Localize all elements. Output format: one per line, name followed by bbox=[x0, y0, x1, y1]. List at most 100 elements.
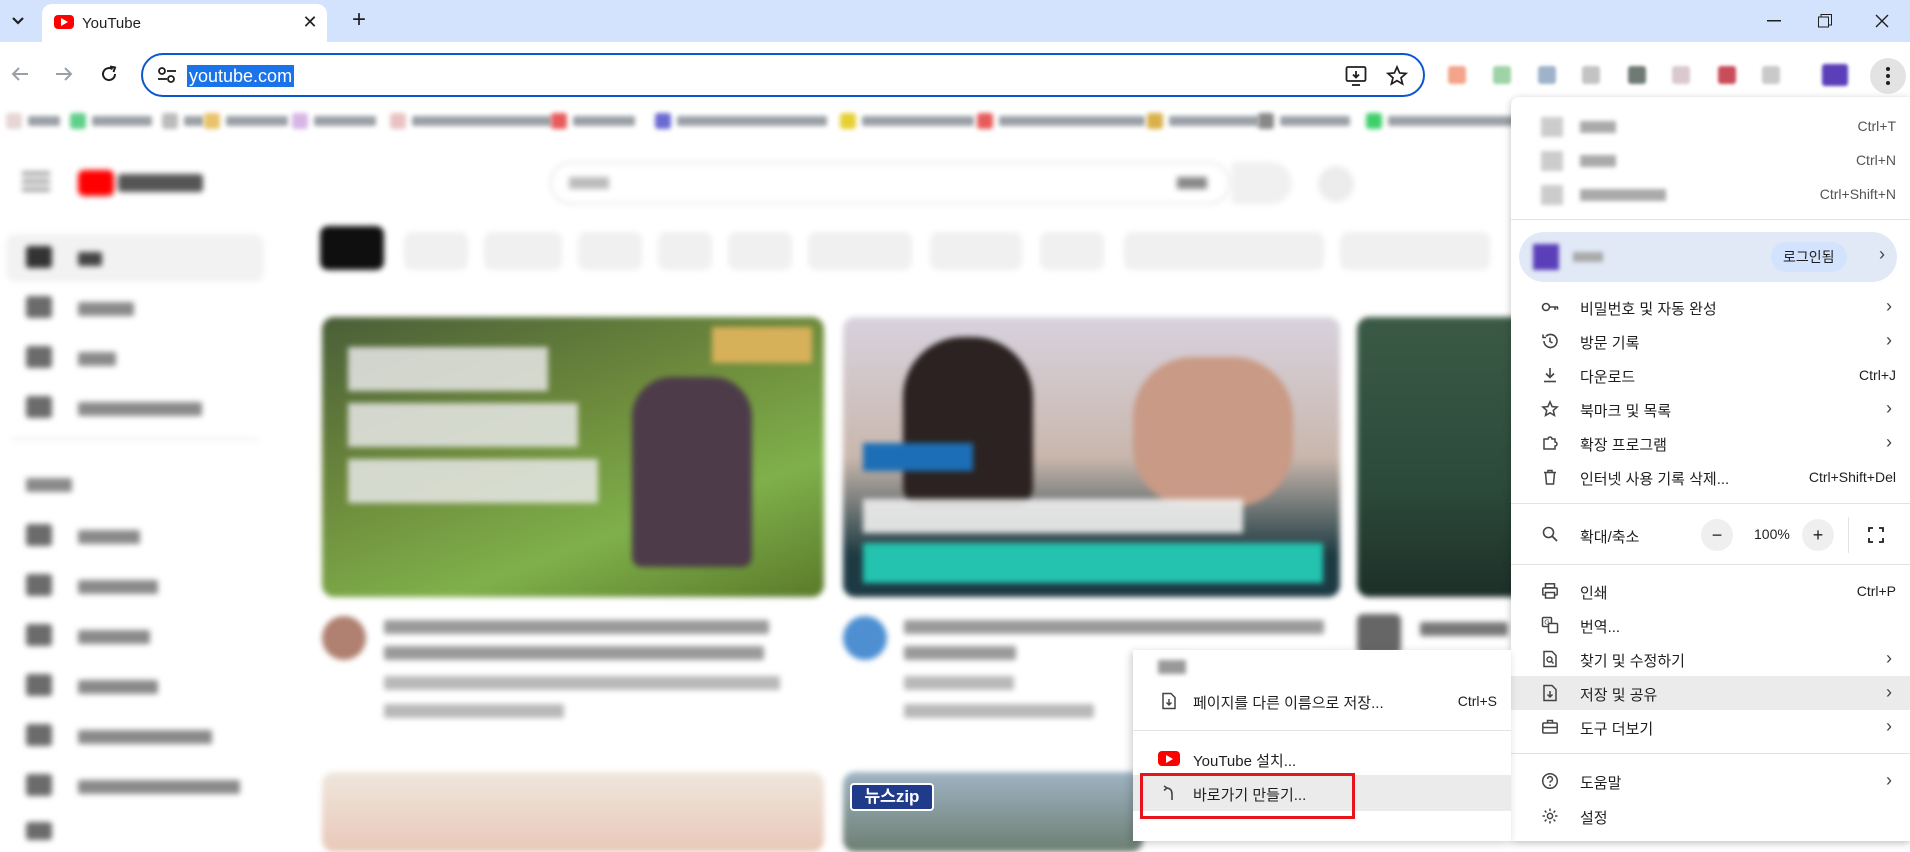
bookmark-item[interactable] bbox=[1147, 111, 1259, 131]
url-text[interactable]: youtube.com bbox=[187, 65, 295, 87]
submenu-item-save-page[interactable]: 페이지를 다른 이름으로 저장... Ctrl+S bbox=[1133, 686, 1511, 716]
more-vert-icon bbox=[1886, 67, 1890, 85]
extension-icon[interactable] bbox=[1582, 66, 1600, 84]
back-button[interactable] bbox=[4, 58, 36, 90]
extension-icon[interactable] bbox=[1538, 66, 1556, 84]
extension-icon[interactable] bbox=[1448, 66, 1466, 84]
menu-item-settings[interactable]: 설정 bbox=[1511, 799, 1910, 833]
filter-chip[interactable] bbox=[808, 232, 912, 270]
filter-chip[interactable] bbox=[1124, 232, 1324, 270]
sidebar-icon[interactable] bbox=[26, 724, 52, 746]
save-share-icon bbox=[1543, 684, 1557, 702]
menu-item-save-share[interactable]: 저장 및 공유 › bbox=[1511, 676, 1910, 710]
music-icon[interactable] bbox=[26, 396, 52, 418]
menu-item-new-tab[interactable]: Ctrl+T bbox=[1511, 109, 1910, 143]
reload-button[interactable] bbox=[93, 58, 125, 90]
video-thumbnail[interactable] bbox=[1357, 317, 1517, 597]
fullscreen-button[interactable] bbox=[1860, 519, 1892, 551]
bookmark-item[interactable] bbox=[6, 111, 60, 131]
chip-all[interactable] bbox=[320, 226, 384, 270]
zoom-in-button[interactable]: + bbox=[1802, 519, 1834, 551]
video-thumbnail[interactable] bbox=[843, 317, 1340, 597]
minimize-button[interactable] bbox=[1754, 6, 1794, 36]
bookmark-item[interactable] bbox=[1366, 111, 1528, 131]
sidebar-icon[interactable] bbox=[26, 774, 52, 796]
menu-item-help[interactable]: 도움말 › bbox=[1511, 764, 1910, 798]
bookmark-item[interactable] bbox=[1258, 111, 1350, 131]
bookmark-item[interactable] bbox=[204, 111, 288, 131]
menu-item-find-edit[interactable]: 찾기 및 수정하기 › bbox=[1511, 642, 1910, 676]
sidebar-icon[interactable] bbox=[26, 674, 52, 696]
menu-item-translate[interactable]: G 번역... bbox=[1511, 608, 1910, 642]
menu-profile-row[interactable]: 로그인됨 › bbox=[1519, 232, 1897, 282]
bookmark-item[interactable] bbox=[551, 111, 635, 131]
bookmark-item[interactable] bbox=[390, 111, 552, 131]
menu-item-downloads[interactable]: 다운로드 Ctrl+J bbox=[1511, 358, 1910, 392]
sidebar-icon[interactable] bbox=[26, 574, 52, 596]
video-title[interactable] bbox=[384, 646, 764, 660]
restore-button[interactable] bbox=[1805, 6, 1845, 36]
sidebar-icon[interactable] bbox=[26, 822, 52, 840]
menu-item-extensions[interactable]: 확장 프로그램 › bbox=[1511, 426, 1910, 460]
video-title[interactable] bbox=[904, 646, 1016, 660]
filter-chip[interactable] bbox=[1040, 232, 1104, 270]
video-title[interactable] bbox=[904, 620, 1324, 634]
sidebar-icon[interactable] bbox=[26, 624, 52, 646]
extension-icon[interactable] bbox=[1672, 66, 1690, 84]
filter-chip[interactable] bbox=[484, 232, 562, 270]
filter-chip[interactable] bbox=[728, 232, 792, 270]
bookmark-item[interactable] bbox=[162, 111, 204, 131]
menu-item-more-tools[interactable]: 도구 더보기 › bbox=[1511, 710, 1910, 744]
install-app-icon[interactable] bbox=[1345, 65, 1369, 87]
channel-avatar[interactable] bbox=[1357, 614, 1401, 654]
close-window-button[interactable] bbox=[1862, 6, 1902, 36]
menu-item-history[interactable]: 방문 기록 › bbox=[1511, 324, 1910, 358]
forward-button[interactable] bbox=[48, 58, 80, 90]
tab-search-button[interactable] bbox=[6, 9, 30, 33]
address-bar[interactable]: youtube.com bbox=[141, 53, 1425, 97]
zoom-out-button[interactable]: − bbox=[1701, 519, 1733, 551]
video-thumbnail[interactable] bbox=[322, 772, 824, 852]
tab-youtube[interactable]: YouTube ✕ bbox=[42, 4, 327, 42]
filter-chip[interactable] bbox=[930, 232, 1022, 270]
extension-icon[interactable] bbox=[1718, 66, 1736, 84]
video-title[interactable] bbox=[1420, 622, 1508, 636]
menu-item-passwords[interactable]: 비밀번호 및 자동 완성 › bbox=[1511, 290, 1910, 324]
submenu-item-install-youtube[interactable]: YouTube 설치... bbox=[1133, 743, 1511, 773]
hamburger-menu-icon[interactable] bbox=[22, 172, 50, 191]
channel-avatar[interactable] bbox=[322, 616, 366, 660]
youtube-logo-icon[interactable] bbox=[78, 170, 114, 196]
menu-item-bookmarks[interactable]: 북마크 및 목록 › bbox=[1511, 392, 1910, 426]
menu-item-print[interactable]: 인쇄 Ctrl+P bbox=[1511, 574, 1910, 608]
bookmark-item[interactable] bbox=[70, 111, 152, 131]
chrome-menu-button[interactable] bbox=[1870, 58, 1906, 94]
extension-icon[interactable] bbox=[1493, 66, 1511, 84]
sidebar-icon[interactable] bbox=[26, 524, 52, 546]
filter-chip[interactable] bbox=[578, 232, 642, 270]
filter-chip[interactable] bbox=[658, 232, 712, 270]
youtube-search-button[interactable] bbox=[1232, 162, 1292, 204]
bookmark-item[interactable] bbox=[977, 111, 1145, 131]
voice-search-button[interactable] bbox=[1318, 166, 1354, 202]
bookmark-item[interactable] bbox=[292, 111, 376, 131]
bookmark-star-icon[interactable] bbox=[1386, 65, 1408, 87]
bookmark-item[interactable] bbox=[840, 111, 974, 131]
channel-avatar[interactable] bbox=[843, 616, 887, 660]
menu-item-incognito[interactable]: Ctrl+Shift+N bbox=[1511, 177, 1910, 211]
filter-chip[interactable] bbox=[1340, 232, 1490, 270]
extension-icon[interactable] bbox=[1762, 66, 1780, 84]
video-thumbnail[interactable] bbox=[322, 317, 824, 597]
profile-avatar[interactable] bbox=[1822, 64, 1848, 86]
menu-item-clear-history[interactable]: 인터넷 사용 기록 삭제... Ctrl+Shift+Del bbox=[1511, 460, 1910, 494]
filter-chip[interactable] bbox=[404, 232, 468, 270]
video-title[interactable] bbox=[384, 620, 769, 634]
new-tab-button[interactable]: + bbox=[346, 8, 372, 34]
bookmark-item[interactable] bbox=[655, 111, 827, 131]
subscriptions-icon[interactable] bbox=[26, 346, 52, 368]
shorts-icon[interactable] bbox=[26, 296, 52, 318]
extension-icon[interactable] bbox=[1628, 66, 1646, 84]
tab-close-icon[interactable]: ✕ bbox=[300, 12, 320, 32]
youtube-search-input[interactable] bbox=[550, 162, 1230, 204]
menu-item-new-window[interactable]: Ctrl+N bbox=[1511, 143, 1910, 177]
site-info-icon[interactable] bbox=[157, 66, 177, 84]
